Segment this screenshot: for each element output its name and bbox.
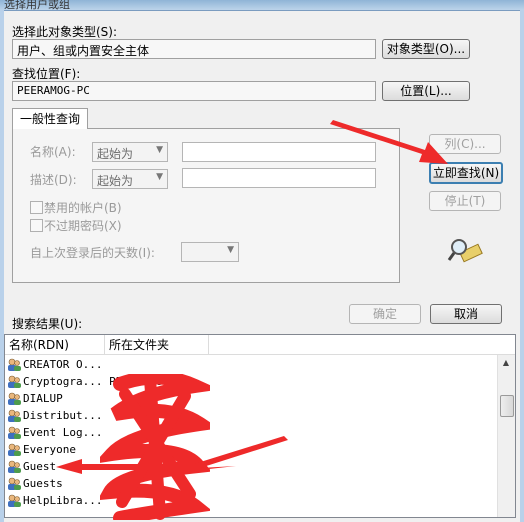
user-group-icon: [8, 358, 21, 371]
location-field: PEERAMOG-PC: [12, 81, 376, 101]
location-label: 查找位置(F):: [12, 67, 81, 81]
ok-button[interactable]: 确定: [349, 304, 421, 324]
list-item-name: Distribut...: [23, 409, 103, 422]
list-item-name: Guest: [23, 460, 57, 473]
non-expiring-password-checkbox[interactable]: [30, 219, 43, 232]
list-item[interactable]: Everyone: [7, 441, 76, 458]
user-group-icon: [8, 392, 21, 405]
column-header-filler: [209, 335, 515, 355]
column-header-folder[interactable]: 所在文件夹: [105, 335, 209, 355]
days-since-logon-label: 自上次登录后的天数(I):: [30, 246, 155, 260]
user-group-icon: [8, 477, 21, 490]
list-item[interactable]: Event Log...: [7, 424, 102, 441]
search-results-list[interactable]: 名称(RDN) 所在文件夹 CREATOR O... Cryptogra... PE…: [4, 334, 516, 518]
chevron-down-icon: ▼: [156, 145, 163, 155]
object-type-field: 用户、组或内置安全主体: [12, 39, 376, 59]
stop-button[interactable]: 停止(T): [429, 191, 501, 211]
scrollbar-thumb[interactable]: [500, 395, 514, 417]
user-group-icon: [8, 426, 21, 439]
title-bar: 选择用户或组: [0, 0, 524, 11]
days-since-logon-select[interactable]: ▼: [181, 242, 239, 262]
results-scrollbar[interactable]: ▲: [497, 355, 515, 517]
search-magnifier-icon: [447, 239, 483, 263]
list-item[interactable]: DIALUP: [7, 390, 63, 407]
name-mode-value: 起始为: [97, 147, 134, 161]
list-item-name: Event Log...: [23, 426, 103, 439]
chevron-down-icon: ▼: [227, 245, 234, 255]
user-group-icon: [8, 460, 21, 473]
search-results-label: 搜索结果(U):: [12, 317, 83, 331]
list-item[interactable]: Guests: [7, 475, 63, 492]
list-item[interactable]: Guest: [7, 458, 56, 475]
tab-common-queries[interactable]: 一般性查询: [12, 108, 88, 129]
chevron-down-icon: ▼: [156, 172, 163, 182]
user-group-icon: [8, 375, 21, 388]
name-input[interactable]: [182, 142, 376, 162]
description-label: 描述(D):: [30, 173, 77, 187]
list-item-name: HelpLibra...: [23, 494, 103, 507]
name-mode-select[interactable]: 起始为 ▼: [92, 142, 168, 162]
description-mode-select[interactable]: 起始为 ▼: [92, 169, 168, 189]
find-now-button[interactable]: 立即查找(N): [429, 162, 503, 184]
description-input[interactable]: [182, 168, 376, 188]
cancel-button[interactable]: 取消: [430, 304, 502, 324]
columns-button[interactable]: 列(C)...: [429, 134, 501, 154]
list-item-name: Guests: [23, 477, 63, 490]
disabled-accounts-checkbox[interactable]: [30, 201, 43, 214]
column-header-name[interactable]: 名称(RDN): [5, 335, 105, 355]
list-item-name: Cryptogra...: [23, 375, 103, 388]
user-group-icon: [8, 443, 21, 456]
list-item-name: CREATOR O...: [23, 358, 103, 371]
description-mode-value: 起始为: [97, 174, 134, 188]
list-item[interactable]: HelpLibra...: [7, 492, 102, 509]
object-types-button[interactable]: 对象类型(O)...: [382, 39, 470, 59]
locations-button[interactable]: 位置(L)...: [382, 81, 470, 101]
list-item[interactable]: Cryptogra...: [7, 373, 102, 390]
scroll-up-icon[interactable]: ▲: [498, 355, 514, 371]
object-type-label: 选择此对象类型(S):: [12, 25, 118, 39]
user-group-icon: [8, 494, 21, 507]
window-frame-right: [520, 10, 524, 522]
name-label: 名称(A):: [30, 145, 76, 159]
user-group-icon: [8, 409, 21, 422]
non-expiring-password-label: 不过期密码(X): [44, 219, 122, 233]
list-item-folder: PEERAMOG-PC: [109, 375, 182, 388]
window-title: 选择用户或组: [4, 0, 70, 11]
list-item[interactable]: Distribut...: [7, 407, 102, 424]
list-item[interactable]: CREATOR O...: [7, 356, 102, 373]
list-item-name: Everyone: [23, 443, 76, 456]
disabled-accounts-label: 禁用的帐户(B): [44, 201, 122, 215]
list-item-name: DIALUP: [23, 392, 63, 405]
